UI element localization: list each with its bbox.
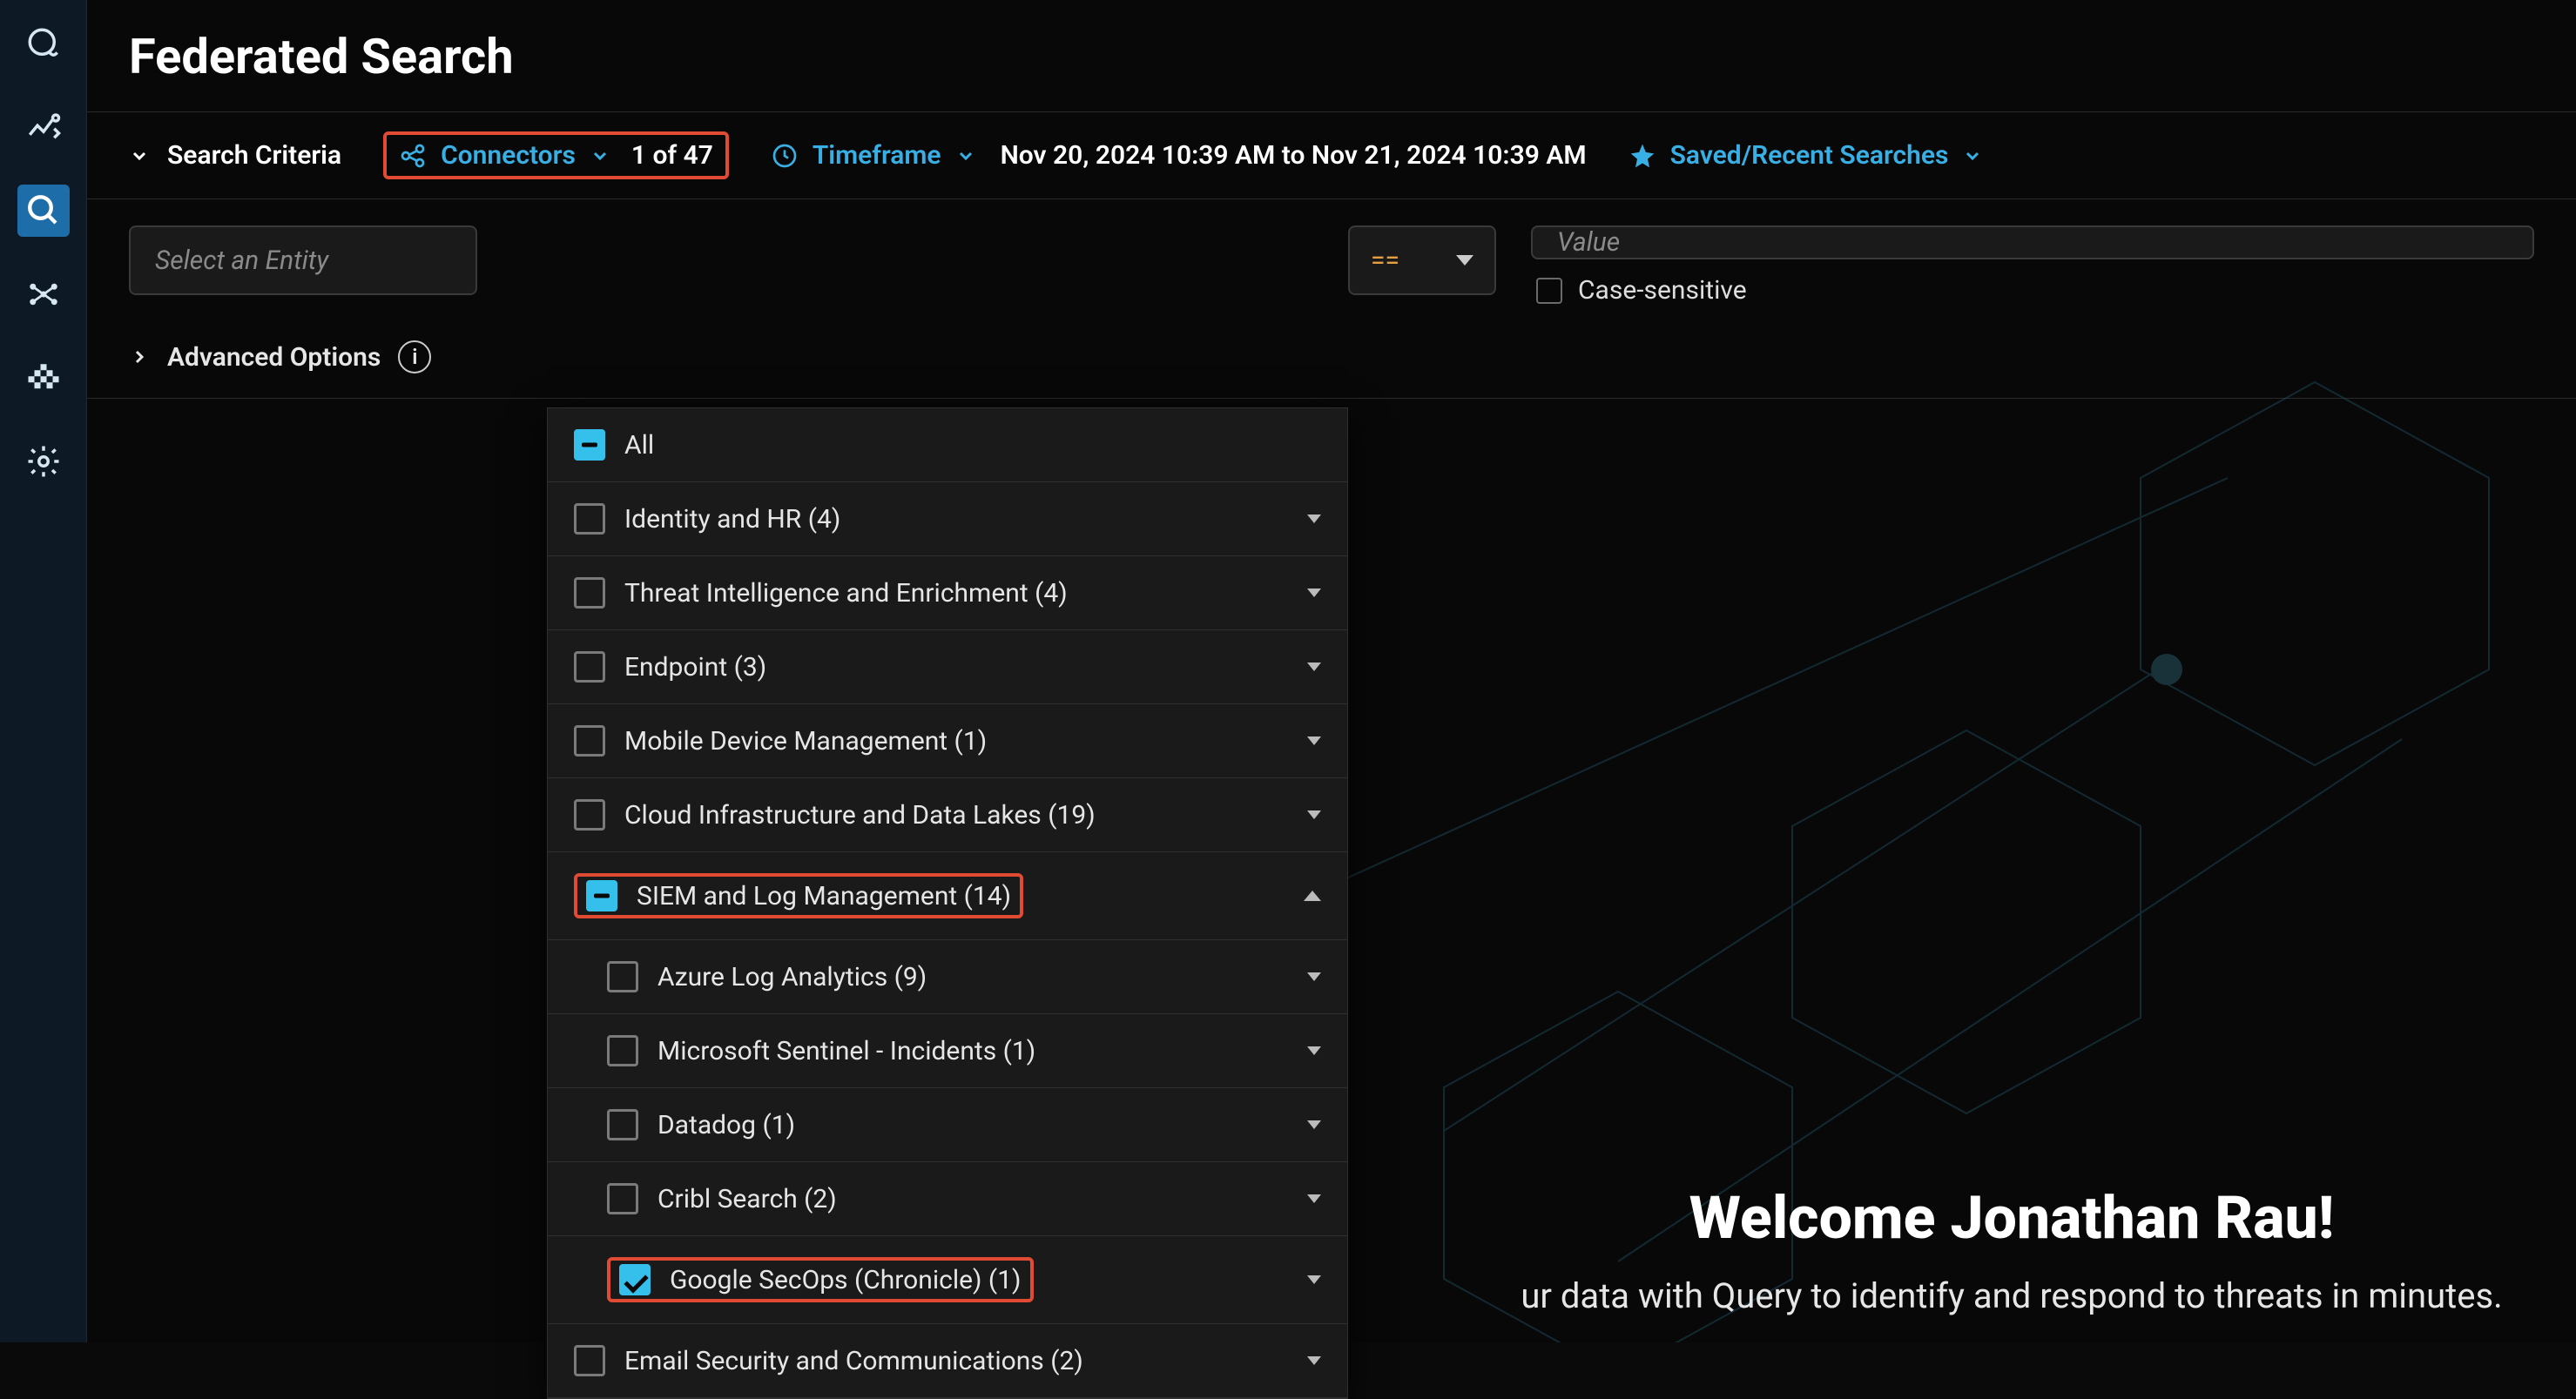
checkbox-icon [607,961,638,992]
welcome-heading: Welcome Jonathan Rau! [1446,1183,2576,1253]
connector-label: Microsoft Sentinel - Incidents (1) [657,1036,1035,1066]
timeframe-range: Nov 20, 2024 10:39 AM to Nov 21, 2024 10… [1001,140,1587,171]
search-criteria-toggle[interactable]: Search Criteria [129,140,341,171]
checkbox-icon [574,1345,605,1376]
connector-item[interactable]: Cloud Infrastructure and Data Lakes (19) [548,778,1347,852]
chevron-down-icon [1307,663,1321,671]
connector-item[interactable]: Azure Log Analytics (9) [548,940,1347,1014]
settings-icon[interactable] [17,435,70,488]
connector-label: All [624,430,654,461]
connector-label: Threat Intelligence and Enrichment (4) [624,578,1068,609]
chevron-down-icon [1307,589,1321,597]
checkbox-checked-icon [619,1264,651,1295]
analytics-icon[interactable] [17,101,70,153]
saved-searches-toggle[interactable]: Saved/Recent Searches [1629,140,1984,171]
connector-label: Mobile Device Management (1) [624,726,987,757]
connector-item[interactable]: Microsoft Sentinel - Incidents (1) [548,1014,1347,1088]
saved-searches-label: Saved/Recent Searches [1670,140,1949,171]
page-title: Federated Search [129,28,2534,85]
connector-label: Cribl Search (2) [657,1184,837,1214]
connector-label: SIEM and Log Management (14) [637,881,1011,911]
welcome-panel: Welcome Jonathan Rau! ur data with Query… [1446,1183,2576,1316]
checkbox-icon [607,1109,638,1140]
checkbox-icon [574,799,605,831]
checkbox-icon [574,725,605,757]
connectors-dropdown-toggle[interactable]: Connectors 1 of 47 [383,131,729,179]
connector-label: Endpoint (3) [624,652,766,683]
connectors-label: Connectors [441,140,576,171]
connector-label: Cloud Infrastructure and Data Lakes (19) [624,800,1096,831]
connector-item[interactable]: Identity and HR (4) [548,482,1347,556]
connector-item[interactable]: Cribl Search (2) [548,1162,1347,1236]
chevron-up-icon [1304,891,1321,901]
connector-label: Datadog (1) [657,1110,795,1140]
connector-label: Azure Log Analytics (9) [657,962,927,992]
chevron-down-icon [1307,972,1321,981]
connector-label: Identity and HR (4) [624,504,840,535]
page-header: Federated Search [87,0,2576,112]
chevron-down-icon [1307,1356,1321,1365]
graph-icon[interactable] [17,268,70,320]
chevron-down-icon [1307,1194,1321,1203]
checkbox-icon [574,503,605,535]
connector-item[interactable]: Email Security and Communications (2) [548,1324,1347,1398]
welcome-subtext: ur data with Query to identify and respo… [1446,1275,2576,1316]
chevron-down-icon [1307,1120,1321,1129]
connector-item[interactable]: Google SecOps (Chronicle) (1) [548,1236,1347,1324]
connector-item[interactable]: Threat Intelligence and Enrichment (4) [548,556,1347,630]
plugin-icon[interactable] [17,352,70,404]
logo-icon[interactable] [17,17,70,70]
checkbox-icon [607,1183,638,1214]
connector-item[interactable]: SIEM and Log Management (14) [548,852,1347,940]
chevron-down-icon [1307,810,1321,819]
checkbox-icon [607,1035,638,1066]
criteria-bar: Search Criteria Connectors 1 of 47 Timef… [87,112,2576,199]
connector-item-all[interactable]: All [548,408,1347,482]
connectors-dropdown[interactable]: All Identity and HR (4) Threat Intelligen… [547,407,1348,1399]
chevron-down-icon [1307,1046,1321,1055]
checkbox-indeterminate-icon [586,880,617,911]
connector-item[interactable]: Datadog (1) [548,1088,1347,1162]
connector-item[interactable]: Mobile Device Management (1) [548,704,1347,778]
connectors-count: 1 of 47 [631,140,713,171]
connector-label: Email Security and Communications (2) [624,1346,1083,1376]
connector-label: Google SecOps (Chronicle) (1) [670,1265,1022,1295]
timeframe-dropdown-toggle[interactable]: Timeframe Nov 20, 2024 10:39 AM to Nov 2… [771,140,1587,171]
search-criteria-label: Search Criteria [167,140,341,171]
checkbox-icon [574,651,605,683]
checkbox-icon [574,577,605,609]
connector-item[interactable]: Endpoint (3) [548,630,1347,704]
chevron-down-icon [1307,736,1321,745]
sidebar-nav [0,0,87,1342]
search-icon[interactable] [17,185,70,237]
timeframe-label: Timeframe [813,140,941,171]
chevron-down-icon [1307,1275,1321,1284]
checkbox-indeterminate-icon [574,429,605,461]
chevron-down-icon [1307,515,1321,523]
